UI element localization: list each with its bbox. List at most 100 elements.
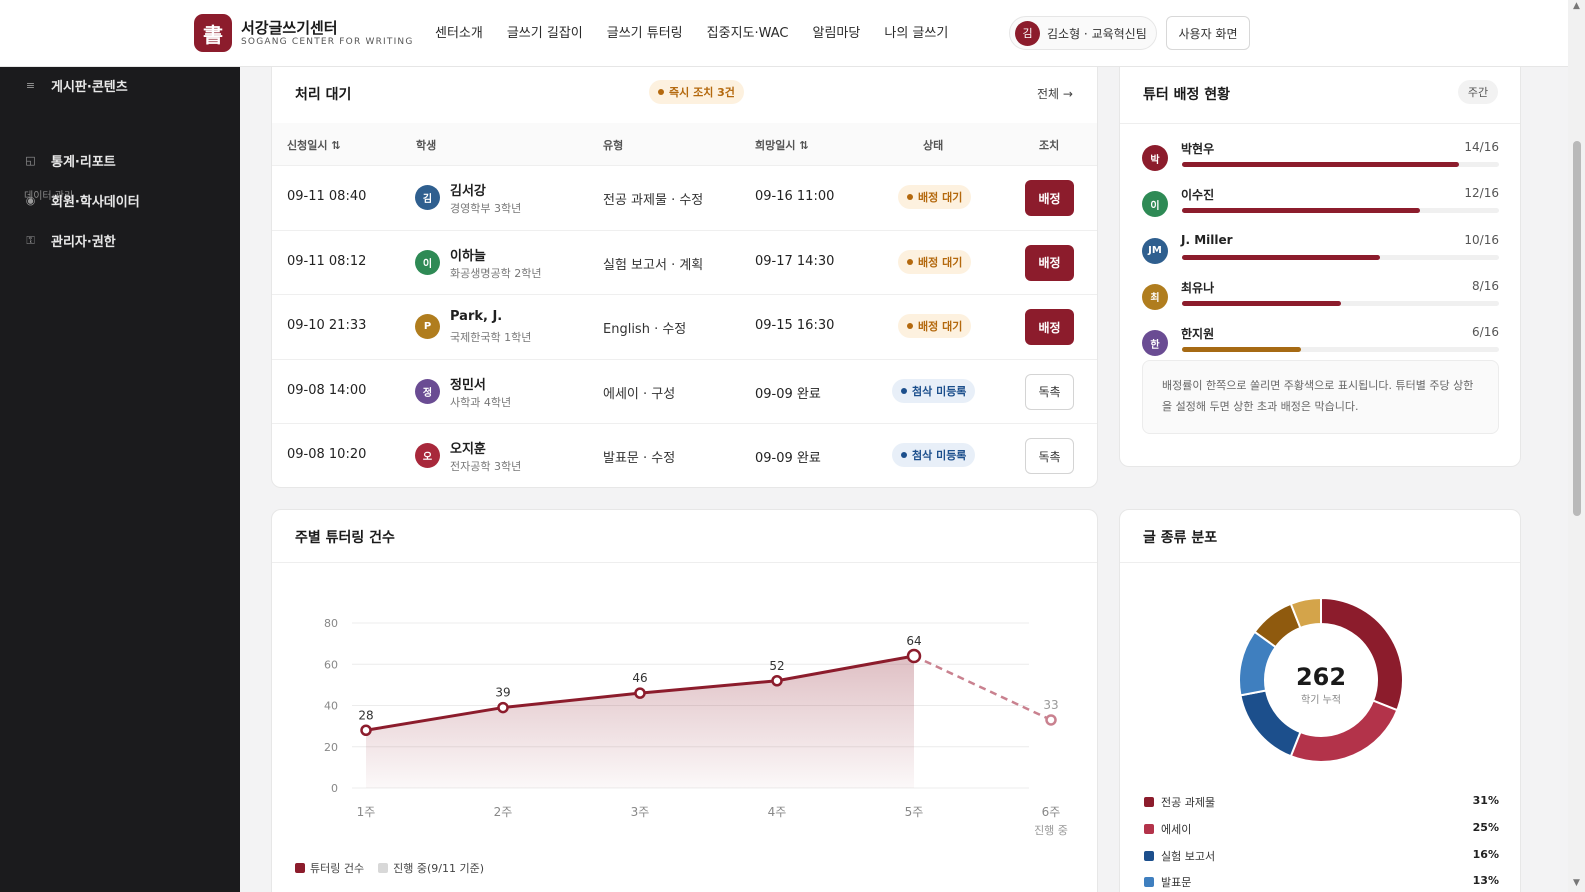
tutor-count: 8/16 bbox=[1472, 278, 1499, 293]
status-badge: 첨삭 미등록 bbox=[892, 443, 976, 467]
tutor-item[interactable]: 최 최유나 8/16 bbox=[1142, 279, 1499, 319]
column-header-preferred[interactable]: 희망일시 ⇅ bbox=[755, 137, 809, 153]
tutor-name: J. Miller bbox=[1181, 232, 1233, 247]
student-name[interactable]: 이하늘 bbox=[450, 245, 486, 264]
menu-icon: ≡ bbox=[25, 79, 36, 92]
legend-item: 전공 과제물 31% bbox=[1144, 793, 1499, 813]
request-date: 09-11 08:40 bbox=[287, 189, 367, 204]
legend-item: 발표문 13% bbox=[1144, 873, 1499, 892]
sidebar-item-label: 게시판·콘텐츠 bbox=[51, 80, 128, 95]
preferred-date: 09-15 16:30 bbox=[755, 318, 835, 333]
preferred-date: 09-09 완료 bbox=[755, 451, 821, 466]
avatar: JM bbox=[1142, 237, 1168, 264]
nav-item-guide[interactable]: 글쓰기 길잡이 bbox=[495, 0, 595, 67]
tutor-count: 10/16 bbox=[1464, 232, 1499, 247]
avatar: 최 bbox=[1142, 283, 1168, 310]
load-bar-fill bbox=[1182, 254, 1381, 260]
x-tick-label: 2주 bbox=[494, 805, 513, 819]
avatar: 정 bbox=[415, 378, 440, 404]
student-name[interactable]: 정민서 bbox=[450, 374, 486, 393]
remind-button[interactable]: 독촉 bbox=[1025, 438, 1074, 474]
nav-item-tutoring[interactable]: 글쓰기 튜터링 bbox=[595, 0, 695, 67]
y-tick-label: 20 bbox=[324, 741, 338, 754]
user-view-button[interactable]: 사용자 화면 bbox=[1166, 16, 1250, 50]
legend-swatch bbox=[1144, 850, 1154, 861]
member-icon: ◉ bbox=[25, 194, 36, 207]
nav-item-my-writing[interactable]: 나의 글쓰기 bbox=[872, 0, 960, 67]
data-label: 52 bbox=[769, 659, 784, 673]
legend-percent: 13% bbox=[1472, 874, 1499, 888]
avatar: 한 bbox=[1142, 330, 1168, 357]
tutor-item[interactable]: 이 이수진 12/16 bbox=[1142, 186, 1499, 226]
nav-item-wac[interactable]: 집중지도·WAC bbox=[695, 0, 801, 67]
avatar: 김 bbox=[1015, 20, 1040, 46]
sidebar-item-board[interactable]: ≡ 게시판·콘텐츠 bbox=[24, 76, 128, 95]
remind-button[interactable]: 독촉 bbox=[1025, 373, 1074, 410]
preferred-date: 09-09 완료 bbox=[755, 386, 821, 402]
tutor-item[interactable]: JM J. Miller 10/16 bbox=[1142, 233, 1499, 273]
assign-button[interactable]: 배정 bbox=[1025, 309, 1074, 345]
load-bar-fill bbox=[1182, 162, 1460, 167]
period-toggle[interactable]: 주간 bbox=[1458, 80, 1498, 104]
tutor-assignment-card: 튜터 배정 현황 주간 박 박현우 14/16 이 이수진 12/16 JM J. Mille… bbox=[1119, 55, 1521, 467]
donut-slice[interactable] bbox=[1289, 699, 1399, 763]
student-name[interactable]: Park, J. bbox=[450, 309, 502, 324]
x-tick-label: 3주 bbox=[631, 805, 650, 819]
status-badge: 첨삭 미등록 bbox=[892, 378, 976, 403]
request-date: 09-08 10:20 bbox=[287, 447, 367, 462]
scroll-down-icon[interactable]: ▼ bbox=[1571, 878, 1582, 888]
tutor-count: 14/16 bbox=[1464, 140, 1499, 154]
student-name[interactable]: 오지훈 bbox=[450, 438, 486, 457]
scroll-thumb[interactable] bbox=[1573, 141, 1581, 516]
nav-item-notice[interactable]: 알림마당 bbox=[801, 0, 873, 67]
assign-button[interactable]: 배정 bbox=[1025, 180, 1074, 216]
top-navigation-bar: 書 서강글쓰기센터 SOGANG CENTER FOR WRITING 센터소개… bbox=[0, 0, 1568, 67]
sidebar-item-label: 통계·리포트 bbox=[51, 155, 116, 170]
user-menu[interactable]: 김 김소형 · 교육혁신팀 bbox=[1009, 16, 1157, 50]
weekly-line-chart: 0 20 40 60 80 28 39 46 52 64 33 1주 2주 3주 4주 5주 6주진행 중 bbox=[324, 617, 1068, 837]
student-name[interactable]: 김서강 bbox=[450, 180, 486, 199]
column-header-requested[interactable]: 신청일시 ⇅ bbox=[287, 137, 341, 153]
tutor-name: 박현우 bbox=[1181, 142, 1215, 156]
assignment-note: 배정률이 한쪽으로 쏠리면 주황색으로 표시됩니다. 튜터별 주당 상한을 설정… bbox=[1142, 360, 1499, 434]
chart-icon: ◱ bbox=[25, 154, 36, 167]
card-title: 글 종류 분포 bbox=[1143, 530, 1218, 546]
tutor-item[interactable]: 박 박현우 14/16 bbox=[1142, 140, 1499, 180]
legend-percent: 25% bbox=[1472, 820, 1499, 834]
x-tick-label: 4주 bbox=[768, 805, 787, 819]
status-badge: 배정 대기 bbox=[898, 185, 972, 209]
view-all-link[interactable]: 전체 → bbox=[1037, 85, 1073, 102]
legend-item: 진행 중(9/11 기준) bbox=[378, 860, 484, 876]
donut-slice[interactable] bbox=[1239, 689, 1302, 758]
sidebar-item-stats[interactable]: ◱ 통계·리포트 bbox=[24, 151, 116, 170]
sidebar-item-members[interactable]: ◉ 회원·학사데이터 bbox=[24, 191, 140, 210]
request-type: 전공 과제물 · 수정 bbox=[603, 193, 704, 208]
y-tick-label: 40 bbox=[324, 700, 338, 713]
data-label: 46 bbox=[632, 671, 647, 685]
table-header: 신청일시 ⇅ 학생 유형 희망일시 ⇅ 상태 조치 bbox=[272, 123, 1097, 165]
brand-title[interactable]: 서강글쓰기센터 bbox=[241, 17, 338, 38]
writing-type-card: 글 종류 분포 262 학기 누적 전공 과제물 31% 에세이 25% 실험 보고서 16… bbox=[1119, 509, 1521, 892]
legend-item: 에세이 25% bbox=[1144, 820, 1499, 840]
sidebar-item-label: 관리자·권한 bbox=[51, 235, 116, 250]
student-dept: 국제한국학 1학년 bbox=[450, 331, 532, 344]
nav-item-about[interactable]: 센터소개 bbox=[423, 0, 495, 67]
series-line-in-progress bbox=[913, 654, 1052, 722]
table-row: 09-08 14:00 정 정민서 사학과 4학년 에세이 · 구성 09-09 완료 첨삭… bbox=[272, 358, 1097, 423]
scroll-up-icon[interactable]: ▲ bbox=[1571, 1, 1582, 11]
donut-center-label: 학기 누적 bbox=[1301, 694, 1341, 706]
sidebar-item-label: 회원·학사데이터 bbox=[51, 195, 140, 210]
donut-slice[interactable] bbox=[1320, 596, 1404, 712]
data-point bbox=[360, 724, 372, 736]
x-tick-label: 1주 bbox=[357, 805, 376, 819]
avatar: 이 bbox=[1142, 191, 1168, 218]
assign-button[interactable]: 배정 bbox=[1025, 244, 1074, 281]
tutor-name: 한지원 bbox=[1181, 327, 1215, 342]
request-type: English · 수정 bbox=[603, 322, 687, 337]
preferred-date: 09-17 14:30 bbox=[755, 253, 835, 269]
page-scrollbar[interactable]: ▲ ▼ bbox=[1568, 0, 1585, 892]
legend-name: 발표문 bbox=[1161, 876, 1192, 890]
legend-swatch bbox=[1144, 797, 1154, 807]
center-logo[interactable]: 書 bbox=[194, 14, 232, 52]
sidebar-item-permissions[interactable]: ⚿ 관리자·권한 bbox=[24, 231, 116, 251]
